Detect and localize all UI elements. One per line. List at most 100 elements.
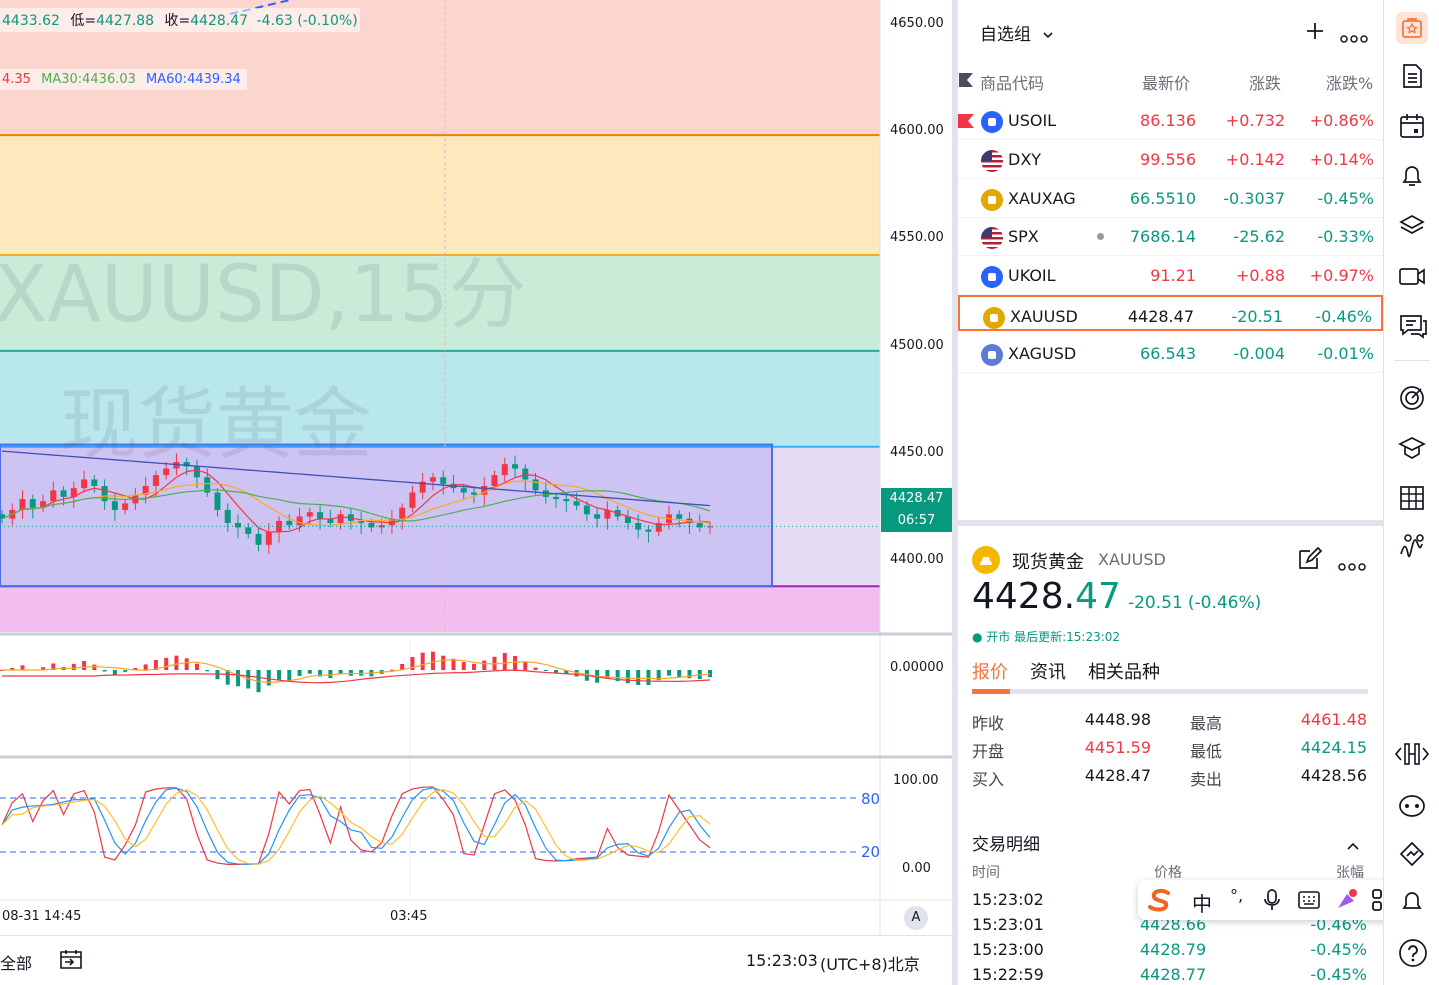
row-chg: -25.62 bbox=[1233, 227, 1285, 247]
watchlist-row-dxy[interactable]: DXY 99.556 +0.142 +0.14% bbox=[958, 140, 1383, 179]
flag-marker-icon[interactable] bbox=[958, 113, 974, 132]
chart-area[interactable]: XAUUSD,15分 现货黄金 4433.62 低=4427.88 收=4428… bbox=[0, 0, 952, 985]
candle-body bbox=[563, 499, 570, 502]
watchlist-row-ukoil[interactable]: UKOIL 91.21 +0.88 +0.97% bbox=[958, 256, 1383, 296]
macd-bar bbox=[236, 670, 240, 687]
stat-label: 开盘 bbox=[972, 742, 1005, 761]
candle-body bbox=[460, 488, 467, 493]
tab-related[interactable]: 相关品种 bbox=[1088, 658, 1160, 684]
skin-icon[interactable] bbox=[1334, 888, 1358, 916]
col-last[interactable]: 最新价 bbox=[1142, 70, 1190, 94]
macd-bar bbox=[666, 670, 671, 676]
row-symbol: UKOIL bbox=[1008, 266, 1056, 286]
time-axis-label-1: 03:45 bbox=[390, 909, 428, 924]
flag-column-icon[interactable] bbox=[958, 72, 974, 92]
chevron-up-icon[interactable] bbox=[1346, 836, 1360, 855]
macd-bar bbox=[646, 670, 651, 685]
macd-bar bbox=[708, 670, 712, 678]
stoch-level-20: 20 bbox=[861, 843, 881, 861]
more-options-icon[interactable] bbox=[1340, 28, 1368, 47]
legend-low-label: 低= bbox=[70, 13, 97, 29]
candle-body bbox=[696, 523, 703, 528]
auto-scale-button[interactable]: A bbox=[904, 906, 928, 930]
trades-title: 交易明细 bbox=[972, 835, 1040, 855]
ime-lang-toggle[interactable]: 中 bbox=[1192, 888, 1212, 917]
detail-change-pct: (-0.46%) bbox=[1187, 593, 1262, 613]
macd-bar bbox=[287, 670, 292, 681]
candle-body bbox=[594, 514, 601, 519]
candle-body bbox=[91, 479, 98, 486]
row-chg: -0.004 bbox=[1233, 343, 1285, 363]
macd-bar bbox=[164, 657, 169, 670]
detail-more-icon[interactable] bbox=[1338, 556, 1366, 575]
tab-indicator bbox=[972, 689, 1010, 694]
watchlist-icon[interactable] bbox=[1396, 12, 1428, 44]
edit-icon[interactable] bbox=[1296, 546, 1323, 576]
community-icon[interactable] bbox=[1398, 792, 1426, 824]
row-last: 86.136 bbox=[1140, 111, 1196, 130]
legend-prefix: 4433.62 bbox=[2, 13, 60, 29]
ime-logo-icon[interactable] bbox=[1146, 887, 1174, 917]
macd-axis-label: 0.00000 bbox=[890, 660, 944, 675]
row-chg: -0.3037 bbox=[1223, 188, 1285, 208]
macd-bar bbox=[194, 663, 199, 670]
panel-expand-icon[interactable] bbox=[1394, 740, 1430, 772]
col-symbol[interactable]: 商品代码 bbox=[980, 70, 1044, 94]
detail-change: -20.51 bbox=[1127, 593, 1183, 613]
col-chg[interactable]: 涨跌 bbox=[1249, 70, 1281, 94]
microphone-icon[interactable] bbox=[1264, 889, 1280, 915]
stat-value: 4448.98 bbox=[1084, 710, 1151, 729]
target-icon[interactable] bbox=[1398, 384, 1426, 416]
keyboard-icon[interactable] bbox=[1298, 891, 1320, 913]
candle-body bbox=[399, 507, 406, 519]
candle-body bbox=[29, 499, 36, 508]
timezone-button[interactable]: (UTC+8)北京 bbox=[820, 951, 920, 975]
alert-icon[interactable] bbox=[1398, 162, 1426, 194]
tab-news[interactable]: 资讯 bbox=[1030, 658, 1066, 684]
layers-icon[interactable] bbox=[1398, 212, 1426, 244]
chart-canvas[interactable] bbox=[0, 0, 952, 985]
watchlist-row-spx[interactable]: SPX 7686.14 -25.62 -0.33% bbox=[958, 217, 1383, 257]
watchlist-row-xauusd[interactable]: XAUUSD 4428.47 -20.51 -0.46% bbox=[958, 295, 1383, 331]
stoch-series-1 bbox=[1, 787, 711, 865]
watchlist-row-usoil[interactable]: USOIL 86.136 +0.732 +0.86% bbox=[958, 101, 1383, 140]
watchlist-title-dropdown[interactable]: 自选组 bbox=[980, 20, 1054, 45]
ideas-icon[interactable] bbox=[1398, 532, 1428, 564]
hotlist-icon[interactable] bbox=[1398, 840, 1426, 872]
col-chgp[interactable]: 涨跌% bbox=[1326, 70, 1373, 94]
row-symbol: USOIL bbox=[1008, 111, 1057, 130]
right-toolbar bbox=[1383, 0, 1439, 985]
macd-bar bbox=[82, 661, 87, 670]
add-symbol-icon[interactable] bbox=[1304, 20, 1326, 46]
trades-col-change: 张幅 bbox=[1336, 865, 1364, 881]
candle-body bbox=[337, 514, 344, 524]
legend-low: 4427.88 bbox=[96, 13, 154, 29]
education-icon[interactable] bbox=[1398, 434, 1426, 466]
table-icon[interactable] bbox=[1398, 484, 1426, 516]
date-range-icon[interactable] bbox=[58, 948, 84, 976]
news-icon[interactable] bbox=[1398, 62, 1426, 94]
notification-icon[interactable] bbox=[1398, 888, 1426, 920]
macd-bar bbox=[636, 670, 641, 685]
candle-body bbox=[378, 525, 385, 528]
calendar-icon[interactable] bbox=[1398, 112, 1426, 144]
ime-punct-toggle[interactable]: °, bbox=[1230, 886, 1243, 905]
candle-body bbox=[286, 520, 293, 526]
price-axis-label: 4400.00 bbox=[890, 552, 944, 567]
row-last: 66.543 bbox=[1140, 343, 1196, 363]
help-icon[interactable] bbox=[1398, 938, 1428, 972]
app-root: XAUUSD,15分 现货黄金 4433.62 低=4427.88 收=4428… bbox=[0, 0, 1439, 985]
stat-value: 4461.48 bbox=[1300, 710, 1367, 729]
tab-quote[interactable]: 报价 bbox=[972, 658, 1008, 684]
row-chgp: -0.01% bbox=[1317, 343, 1374, 363]
silver-icon bbox=[978, 341, 1006, 369]
ime-toolbar[interactable]: 中 °, bbox=[1138, 880, 1408, 920]
video-icon[interactable] bbox=[1398, 262, 1426, 294]
watchlist-row-xagusd[interactable]: XAGUSD 66.543 -0.004 -0.01% bbox=[958, 334, 1383, 373]
range-all-button[interactable]: 全部 bbox=[0, 950, 32, 974]
clock: 15:23:03 bbox=[746, 951, 818, 970]
candle-body bbox=[491, 475, 498, 486]
watchlist-row-xauxag[interactable]: XAUXAG 66.5510 -0.3037 -0.45% bbox=[958, 179, 1383, 218]
chat-icon[interactable] bbox=[1398, 312, 1428, 344]
stoch-axis-bottom: 0.00 bbox=[902, 861, 931, 876]
